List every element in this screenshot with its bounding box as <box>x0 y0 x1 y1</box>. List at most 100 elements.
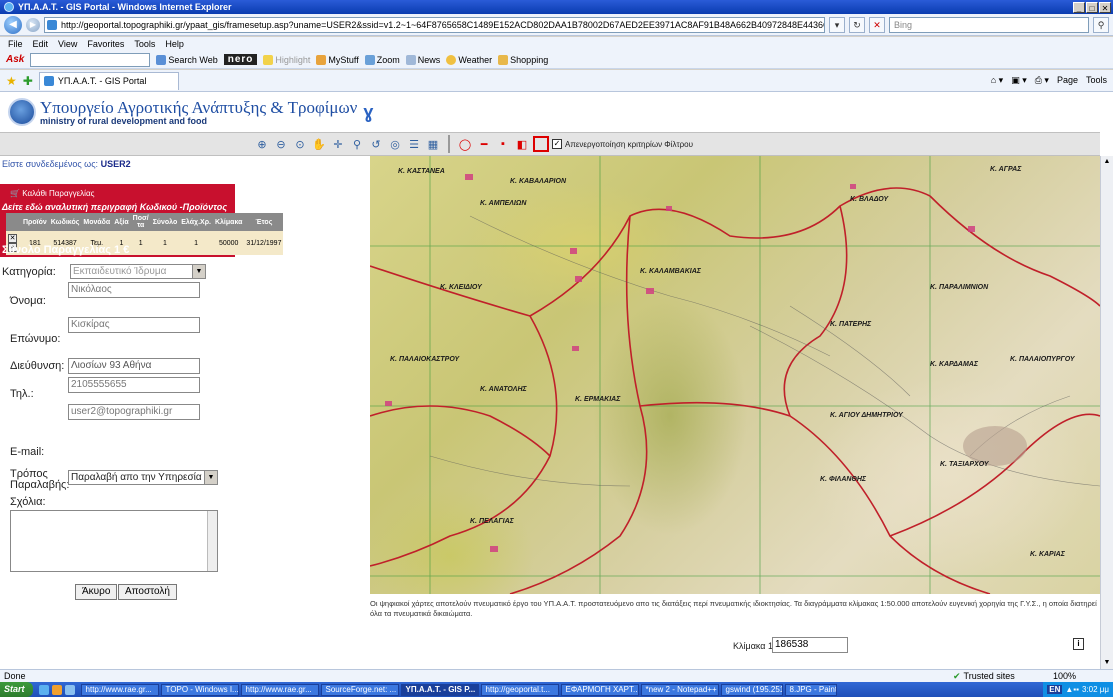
firefox-quicklaunch-icon[interactable] <box>51 684 62 695</box>
quick-launch <box>33 684 81 695</box>
submit-button[interactable]: Αποστολή <box>118 584 177 600</box>
menu-edit[interactable]: Edit <box>33 39 49 49</box>
minimize-button[interactable]: _ <box>1073 1 1085 13</box>
menu-view[interactable]: View <box>58 39 77 49</box>
favorites-star-icon[interactable]: ★ <box>6 74 17 88</box>
feeds-icon[interactable]: ▣ ▾ <box>1011 75 1027 86</box>
ie-quicklaunch-icon[interactable] <box>38 684 49 695</box>
zoom-level[interactable]: 100% <box>1053 671 1113 681</box>
pan-hand-icon[interactable]: ✋ <box>311 136 327 152</box>
full-extent-icon[interactable]: ◎ <box>387 136 403 152</box>
back-icon[interactable]: ◀ <box>4 15 22 34</box>
tray-icons[interactable]: ▲▪▪ <box>1065 685 1079 694</box>
address-field[interactable]: Λιοσίων 93 Αθήνα <box>68 358 200 374</box>
taskbar-item[interactable]: http://www.rae.gr... <box>80 683 159 696</box>
address-url: http://geoportal.topographiki.gr/ypaat_g… <box>61 19 825 30</box>
order-panel: Είστε συνδεδεμένος ως: USER2 🛒 Καλάθι Πα… <box>0 156 284 669</box>
cart-col-min: Ελάχ.Χρ. <box>179 213 213 231</box>
tools-menu[interactable]: Tools <box>1086 75 1107 86</box>
category-select[interactable]: Εκπαιδευτικό Ίδρυμα ▼ <box>70 264 206 279</box>
page-menu[interactable]: Page <box>1057 75 1078 86</box>
zoom-button[interactable]: Zoom <box>364 54 400 65</box>
select-rectangle-icon[interactable] <box>533 136 549 152</box>
name-field[interactable]: Νικόλαος <box>68 282 200 298</box>
address-input[interactable]: http://geoportal.topographiki.gr/ypaat_g… <box>44 16 825 33</box>
toolbar-divider <box>448 135 450 153</box>
forward-icon[interactable]: ▶ <box>26 17 40 32</box>
taskbar-item[interactable]: http://geoportal.t... <box>480 683 559 696</box>
taskbar-item[interactable]: ΕΦΑΡΜΟΓΗ ΧΑΡΤ... <box>560 683 639 696</box>
window-title-bar[interactable]: ΥΠ.Α.Α.Τ. - GIS Portal - Windows Interne… <box>0 0 1113 14</box>
scroll-up-icon[interactable]: ▲ <box>1101 156 1113 168</box>
tab-bar: ★ ✚ ΥΠ.Α.Α.Τ. - GIS Portal ⌂ ▾ ▣ ▾ ⎙ ▾ P… <box>0 70 1113 92</box>
nero-button[interactable]: nero <box>223 54 258 65</box>
menu-favorites[interactable]: Favorites <box>87 39 124 49</box>
select-polygon-icon[interactable]: ◧ <box>514 136 530 152</box>
identify-icon[interactable]: ⚲ <box>349 136 365 152</box>
taskbar-item[interactable]: TOPO - Windows I... <box>160 683 239 696</box>
textarea-scrollbar[interactable] <box>207 511 217 571</box>
maximize-button[interactable]: □ <box>1086 1 1098 13</box>
scroll-down-icon[interactable]: ▼ <box>1101 657 1113 669</box>
menu-help[interactable]: Help <box>165 39 184 49</box>
taskbar-item[interactable]: http://www.rae.gr... <box>240 683 319 696</box>
topographic-map[interactable]: Κ. ΚΑΣΤΑΝΕΑ Κ. ΚΑΒΑΛΑΡΙΟΝ Κ. ΑΓΡΑΣ Κ. ΑΜ… <box>370 156 1100 594</box>
taskbar-item[interactable]: 8.JPG - Paint <box>784 683 837 696</box>
taskbar-item[interactable]: *new 2 - Notepad++ <box>640 683 719 696</box>
mystuff-button[interactable]: MyStuff <box>316 54 359 65</box>
legend-icon[interactable]: ▦ <box>425 136 441 152</box>
category-value: Εκπαιδευτικό Ίδρυμα <box>73 266 167 277</box>
zoom-icon <box>364 54 375 65</box>
toolbar-search-input[interactable] <box>30 52 151 67</box>
news-button[interactable]: News <box>405 54 440 65</box>
desktop-quicklaunch-icon[interactable] <box>64 684 75 695</box>
search-web-icon <box>156 54 167 65</box>
surname-field[interactable]: Κισκίρας <box>68 317 200 333</box>
center-icon[interactable]: ✛ <box>330 136 346 152</box>
menu-tools[interactable]: Tools <box>134 39 155 49</box>
home-icon[interactable]: ⌂ ▾ <box>991 75 1003 86</box>
cell-scale: 50000 <box>212 231 245 255</box>
zoom-in-icon[interactable]: ⊕ <box>254 136 270 152</box>
page-scrollbar[interactable]: ▲ ▼ <box>1100 156 1113 669</box>
scale-input[interactable]: 186538 <box>772 637 848 653</box>
layers-icon[interactable]: ☰ <box>406 136 422 152</box>
email-field[interactable]: user2@topographiki.gr <box>68 404 200 420</box>
delete-icon[interactable]: ✕ <box>8 234 17 243</box>
select-circle-icon[interactable]: ◯ <box>457 136 473 152</box>
map-label: Κ. ΠΑΤΕΡΗΣ <box>830 321 872 328</box>
shopping-button[interactable]: Shopping <box>498 54 548 65</box>
search-web-button[interactable]: Search Web <box>156 54 218 65</box>
address-row: ◀ ▶ http://geoportal.topographiki.gr/ypa… <box>0 14 1113 36</box>
highlight-button[interactable]: Highlight <box>263 54 310 65</box>
taskbar-item[interactable]: SourceForge.net: ... <box>320 683 399 696</box>
stop-icon[interactable]: ✕ <box>869 16 885 33</box>
taskbar-item-active[interactable]: ΥΠ.Α.Α.Τ. - GIS P... <box>400 683 479 696</box>
phone-field[interactable]: 2105555655 <box>68 377 200 393</box>
delivery-select[interactable]: Παραλαβή απο την Υπηρεσία ▼ <box>68 470 218 485</box>
refresh-map-icon[interactable]: ↺ <box>368 136 384 152</box>
cancel-button[interactable]: Άκυρο <box>75 584 118 600</box>
address-dropdown-icon[interactable]: ▾ <box>829 16 845 33</box>
comments-textarea[interactable] <box>10 510 218 572</box>
zoom-out-icon[interactable]: ⊖ <box>273 136 289 152</box>
search-input[interactable]: Bing <box>889 16 1089 33</box>
menu-file[interactable]: File <box>8 39 23 49</box>
print-icon[interactable]: ⎙ ▾ <box>1035 75 1049 86</box>
select-point-icon[interactable]: ▪ <box>495 136 511 152</box>
close-button[interactable]: ✕ <box>1099 1 1111 13</box>
info-icon[interactable]: i <box>1073 638 1084 650</box>
search-icon[interactable]: ⚲ <box>1093 16 1109 33</box>
security-zone[interactable]: ✔ Trusted sites <box>953 671 1053 682</box>
taskbar-item[interactable]: gswind (195.251.... <box>720 683 783 696</box>
start-button[interactable]: Start <box>0 682 33 697</box>
tab-gis-portal[interactable]: ΥΠ.Α.Α.Τ. - GIS Portal <box>38 71 179 90</box>
ask-logo-icon[interactable]: Ask <box>6 54 24 65</box>
filter-checkbox[interactable]: ✓ <box>552 139 562 149</box>
add-favorite-icon[interactable]: ✚ <box>23 74 33 88</box>
weather-button[interactable]: Weather <box>446 54 492 65</box>
zoom-box-icon[interactable]: ⊙ <box>292 136 308 152</box>
refresh-icon[interactable]: ↻ <box>849 16 865 33</box>
language-indicator[interactable]: EN <box>1047 685 1063 694</box>
select-line-icon[interactable]: ━ <box>476 136 492 152</box>
